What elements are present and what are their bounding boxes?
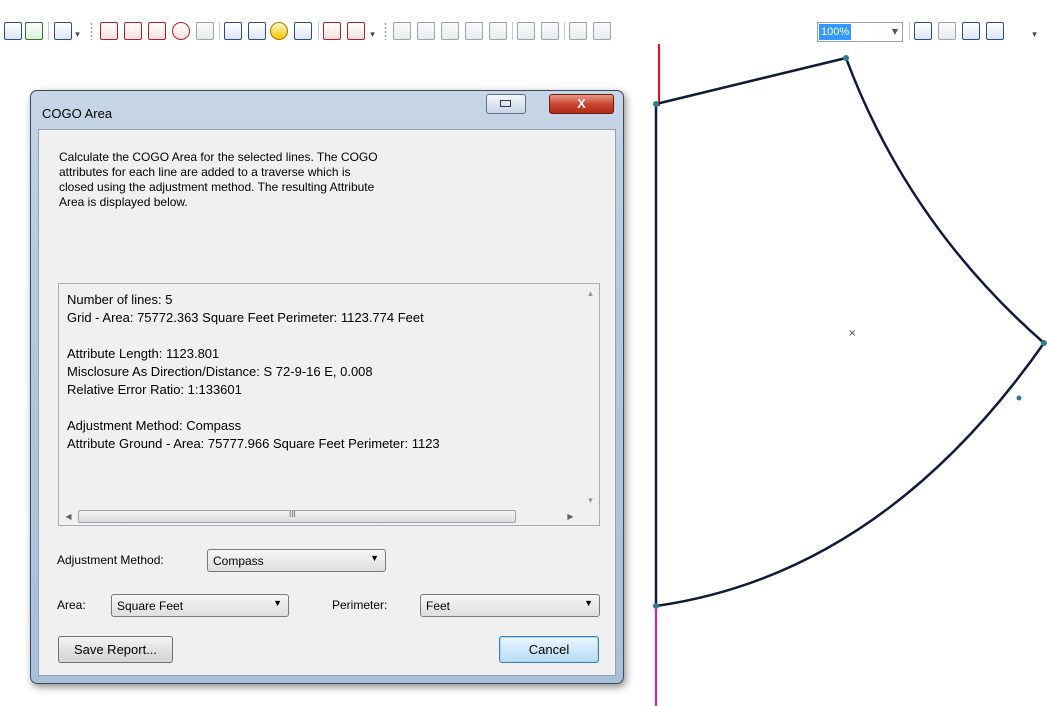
- back-icon[interactable]: [569, 22, 587, 40]
- cogo-line-icon[interactable]: [100, 22, 118, 40]
- cogo-curve-icon[interactable]: [124, 22, 142, 40]
- close-button[interactable]: X: [549, 94, 614, 114]
- vertex-icon[interactable]: [323, 22, 341, 40]
- edit-icon[interactable]: [54, 22, 72, 40]
- scroll-up-icon[interactable]: ▲: [582, 285, 599, 302]
- more-icon-2[interactable]: ▾: [368, 30, 377, 40]
- zoom-in-fixed-icon[interactable]: [517, 22, 535, 40]
- toggle-icon[interactable]: [962, 22, 980, 40]
- parcel-vertex[interactable]: [1041, 340, 1047, 346]
- restore-icon[interactable]: [486, 94, 526, 114]
- toolbar-grip[interactable]: [90, 22, 93, 40]
- adjustment-method-value: Compass: [213, 554, 264, 568]
- dialog-title: COGO Area: [42, 106, 113, 121]
- report-icon[interactable]: [294, 22, 312, 40]
- scroll-left-icon[interactable]: ◀: [60, 508, 77, 525]
- cancel-button[interactable]: Cancel: [499, 636, 599, 663]
- parcel-vertex[interactable]: [653, 603, 659, 609]
- toolbar-separator: [512, 22, 513, 40]
- chevron-down-icon[interactable]: ▼: [888, 23, 902, 41]
- toolbar: ▾ ▾ 100% ▼ ▾: [0, 0, 1047, 44]
- toolbar-separator: [318, 22, 319, 40]
- perimeter-units-select[interactable]: Feet ▼: [420, 594, 600, 617]
- zoom-level-value: 100%: [819, 24, 852, 40]
- parcel-vertex[interactable]: [1016, 395, 1022, 401]
- full-extent-icon[interactable]: [465, 22, 483, 40]
- split-icon[interactable]: [148, 22, 166, 40]
- toolbar-separator: [48, 22, 49, 40]
- scrollbar-thumb[interactable]: [78, 510, 516, 523]
- parcel-vertex[interactable]: [843, 55, 849, 61]
- forward-icon[interactable]: [593, 22, 611, 40]
- chevron-down-icon: ▼: [273, 598, 282, 608]
- zoom-in-icon[interactable]: [393, 22, 411, 40]
- toolbar-grip[interactable]: [384, 22, 387, 40]
- change-layout-icon[interactable]: [986, 22, 1004, 40]
- proportion-icon[interactable]: [172, 22, 190, 40]
- toolbar-separator: [219, 22, 220, 40]
- add-point-icon[interactable]: [248, 22, 266, 40]
- report-line: Attribute Ground - Area: 75777.966 Squar…: [67, 436, 440, 451]
- area-label: Area:: [57, 598, 86, 612]
- scroll-down-icon[interactable]: ▼: [582, 492, 599, 509]
- turn-icon[interactable]: [347, 22, 365, 40]
- chevron-down-icon: ▼: [584, 598, 593, 608]
- direction-icon[interactable]: [224, 22, 242, 40]
- fixed-zoom-icon[interactable]: [489, 22, 507, 40]
- zoom-out-icon[interactable]: [417, 22, 435, 40]
- toolbar-separator: [909, 22, 910, 40]
- curve-center-marker: ×: [848, 328, 856, 339]
- save-report-button[interactable]: Save Report...: [58, 636, 173, 663]
- more-icon[interactable]: ▾: [73, 30, 82, 40]
- area-units-select[interactable]: Square Feet ▼: [111, 594, 289, 617]
- adjustment-method-label: Adjustment Method:: [57, 553, 164, 567]
- parcel-vertex[interactable]: [653, 101, 659, 107]
- focus-icon[interactable]: [938, 22, 956, 40]
- report-line: Attribute Length: 1123.801: [67, 346, 220, 361]
- layout-icon[interactable]: [914, 22, 932, 40]
- perimeter-label: Perimeter:: [332, 598, 388, 612]
- cogo-area-dialog: COGO Area X Calculate the COGO Area for …: [30, 90, 624, 684]
- chevron-down-icon: ▼: [370, 553, 379, 563]
- dialog-description: Calculate the COGO Area for the selected…: [59, 150, 378, 209]
- report-line: Misclosure As Direction/Distance: S 72-9…: [67, 364, 373, 379]
- toolbar-separator: [564, 22, 565, 40]
- more-icon-3[interactable]: ▾: [1030, 30, 1039, 40]
- chart-icon[interactable]: [25, 22, 43, 40]
- extend-icon[interactable]: [196, 22, 214, 40]
- traverse-icon[interactable]: [270, 22, 288, 40]
- report-line: Relative Error Ratio: 1:133601: [67, 382, 242, 397]
- adjustment-method-select[interactable]: Compass ▼: [207, 549, 386, 572]
- report-line: Number of lines: 5: [67, 292, 173, 307]
- horizontal-scrollbar[interactable]: ◀ ▶: [59, 508, 599, 525]
- zoom-out-fixed-icon[interactable]: [541, 22, 559, 40]
- area-units-value: Square Feet: [117, 599, 184, 613]
- report-line: Grid - Area: 75772.363 Square Feet Perim…: [67, 310, 424, 325]
- vertical-scrollbar[interactable]: ▲ ▼: [582, 284, 599, 510]
- table-icon[interactable]: [4, 22, 22, 40]
- zoom-level-combo[interactable]: 100% ▼: [817, 22, 903, 42]
- report-textbox[interactable]: Number of lines: 5 Grid - Area: 75772.36…: [58, 283, 600, 526]
- scroll-right-icon[interactable]: ▶: [562, 508, 579, 525]
- report-line: Adjustment Method: Compass: [67, 418, 242, 433]
- perimeter-units-value: Feet: [426, 599, 451, 613]
- pan-icon[interactable]: [441, 22, 459, 40]
